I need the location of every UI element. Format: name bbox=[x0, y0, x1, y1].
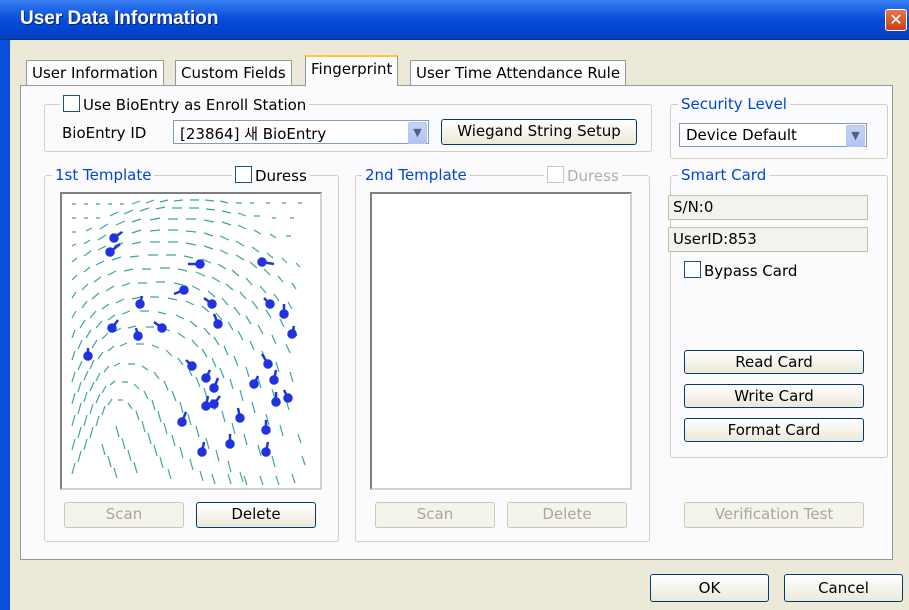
bypass-card-checkbox[interactable] bbox=[684, 261, 701, 278]
tab-user-time-attendance-rule[interactable]: User Time Attendance Rule bbox=[410, 60, 627, 85]
bioentry-id-select[interactable]: [23864] 새 BioEntry ▼ bbox=[173, 120, 429, 144]
use-bioentry-checkbox[interactable] bbox=[63, 95, 80, 112]
fingerprint-image-empty bbox=[370, 192, 632, 490]
template2-duress-label: Duress bbox=[567, 167, 619, 185]
chevron-down-icon[interactable]: ▼ bbox=[408, 122, 427, 144]
use-bioentry-label: Use BioEntry as Enroll Station bbox=[83, 96, 307, 114]
bioentry-id-value: [23864] 새 BioEntry bbox=[180, 125, 327, 143]
security-level-select[interactable]: Device Default ▼ bbox=[679, 123, 867, 147]
template2-delete-button[interactable]: Delete bbox=[507, 502, 627, 528]
close-icon[interactable]: ✕ bbox=[885, 9, 907, 31]
template2-scan-button[interactable]: Scan bbox=[375, 502, 495, 528]
fingerprint-image bbox=[60, 192, 322, 490]
tab-fingerprint[interactable]: Fingerprint bbox=[305, 55, 399, 86]
read-card-button[interactable]: Read Card bbox=[684, 350, 864, 374]
tab-user-information[interactable]: User Information bbox=[26, 60, 164, 85]
template1-scan-button[interactable]: Scan bbox=[64, 502, 184, 528]
template1-title: 1st Template bbox=[52, 166, 155, 184]
verification-test-button[interactable]: Verification Test bbox=[684, 502, 864, 528]
tab-custom-fields[interactable]: Custom Fields bbox=[175, 60, 292, 85]
format-card-button[interactable]: Format Card bbox=[684, 418, 864, 442]
template1-duress-label: Duress bbox=[255, 167, 307, 185]
security-level-value: Device Default bbox=[686, 126, 797, 144]
template1-duress: Duress bbox=[232, 166, 310, 185]
card-serial-field: S/N:0 bbox=[668, 195, 868, 220]
template2-title: 2nd Template bbox=[362, 166, 470, 184]
wiegand-string-setup-button[interactable]: Wiegand String Setup bbox=[441, 119, 637, 145]
chevron-down-icon[interactable]: ▼ bbox=[846, 125, 865, 147]
write-card-button[interactable]: Write Card bbox=[684, 384, 864, 408]
window-frame-left bbox=[0, 40, 10, 610]
smart-card-title: Smart Card bbox=[678, 166, 770, 184]
cancel-button[interactable]: Cancel bbox=[784, 574, 903, 602]
template1-duress-checkbox[interactable] bbox=[235, 166, 252, 183]
window-title: User Data Information bbox=[20, 8, 219, 29]
ok-button[interactable]: OK bbox=[650, 574, 769, 602]
bypass-card-label: Bypass Card bbox=[704, 262, 798, 280]
security-level-title: Security Level bbox=[678, 95, 790, 113]
template1-delete-button[interactable]: Delete bbox=[196, 502, 316, 528]
card-user-id-field: UserID:853 bbox=[668, 227, 868, 252]
fingerprint-template-graphic bbox=[71, 199, 306, 486]
bypass-card: Bypass Card bbox=[684, 261, 797, 280]
bioentry-id-label: BioEntry ID bbox=[62, 124, 147, 142]
enroll-station-title: Use BioEntry as Enroll Station bbox=[60, 95, 310, 114]
template2-duress: Duress bbox=[544, 166, 622, 185]
template2-duress-checkbox[interactable] bbox=[547, 166, 564, 183]
